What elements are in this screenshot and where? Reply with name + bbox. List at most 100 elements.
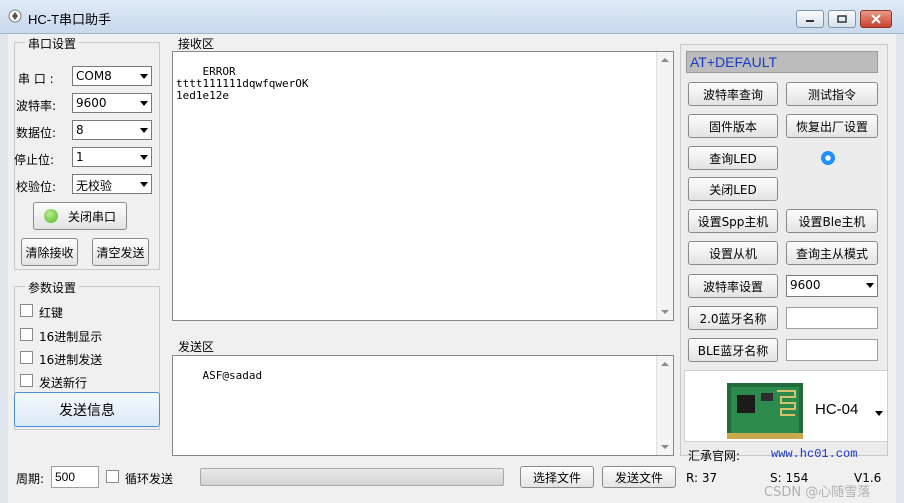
query-led-label: 查询LED <box>709 151 757 166</box>
red-key-label: 红键 <box>39 306 64 320</box>
bt20-name-label: 2.0蓝牙名称 <box>699 311 767 326</box>
hex-send-checkbox[interactable] <box>20 351 33 364</box>
test-command-button[interactable]: 测试指令 <box>786 82 878 106</box>
baud-set-button[interactable]: 波特率设置 <box>688 274 778 298</box>
choose-file-label: 选择文件 <box>532 470 581 485</box>
databits-value: 8 <box>76 123 84 137</box>
chevron-down-icon <box>140 101 148 106</box>
query-mode-label: 查询主从模式 <box>795 246 868 261</box>
watermark: CSDN @心随雪落 <box>764 485 871 500</box>
minimize-button[interactable] <box>796 10 824 28</box>
port-status-led <box>43 209 58 223</box>
module-select[interactable]: HC-04 <box>684 370 888 442</box>
query-mode-button[interactable]: 查询主从模式 <box>786 241 878 265</box>
send-file-label: 发送文件 <box>614 470 663 485</box>
baud-value: 9600 <box>76 96 107 110</box>
close-port-label: 关闭串口 <box>67 209 116 224</box>
send-newline-checkbox[interactable] <box>20 374 33 387</box>
website-link[interactable]: www.hc01.com <box>771 447 857 461</box>
hex-display-label: 16进制显示 <box>39 330 103 344</box>
stopbits-value: 1 <box>76 150 84 164</box>
choose-file-button[interactable]: 选择文件 <box>520 466 594 488</box>
receive-text: ERROR tttt111111dqwfqwerOK 1ed1e12e <box>176 65 309 102</box>
baud-set-value: 9600 <box>790 278 821 292</box>
test-command-label: 测试指令 <box>807 87 856 102</box>
send-scrollbar[interactable] <box>656 356 673 455</box>
port-label: 串 口 : <box>18 72 54 86</box>
led-status-indicator <box>821 151 835 165</box>
module-name: HC-04 <box>815 401 859 418</box>
baud-set-select[interactable]: 9600 <box>786 275 878 297</box>
query-baud-label: 波特率查询 <box>702 87 763 102</box>
parity-select[interactable]: 无校验 <box>72 174 152 194</box>
send-newline-label: 发送新行 <box>39 376 88 390</box>
receive-title: 接收区 <box>178 37 215 51</box>
chevron-down-icon <box>140 128 148 133</box>
receive-scrollbar[interactable] <box>656 52 673 320</box>
query-led-button[interactable]: 查询LED <box>688 146 778 170</box>
receive-textarea[interactable]: ERROR tttt111111dqwfqwerOK 1ed1e12e <box>172 51 674 321</box>
close-button[interactable] <box>860 10 892 28</box>
scroll-down-icon <box>661 310 669 314</box>
window-title: HC-T串口助手 <box>28 12 112 27</box>
send-file-button[interactable]: 发送文件 <box>602 466 676 488</box>
maximize-button[interactable] <box>828 10 856 28</box>
loop-send-checkbox[interactable] <box>106 470 119 483</box>
set-slave-button[interactable]: 设置从机 <box>688 241 778 265</box>
title-bar: HC-T串口助手 <box>0 0 904 34</box>
baud-select[interactable]: 9600 <box>72 93 152 113</box>
scroll-up-icon <box>661 58 669 62</box>
clear-receive-label: 清除接收 <box>25 245 74 260</box>
factory-reset-button[interactable]: 恢复出厂设置 <box>786 114 878 138</box>
chevron-down-icon <box>140 182 148 187</box>
stopbits-select[interactable]: 1 <box>72 147 152 167</box>
firmware-version-label: 固件版本 <box>708 119 757 134</box>
close-led-button[interactable]: 关闭LED <box>688 177 778 201</box>
ble-name-input[interactable] <box>786 339 878 361</box>
port-select[interactable]: COM8 <box>72 66 152 86</box>
receive-count: R: 37 <box>686 471 718 485</box>
chevron-down-icon <box>140 155 148 160</box>
send-text: ASF@sadad <box>202 369 263 382</box>
chevron-down-icon <box>875 411 883 416</box>
red-key-checkbox[interactable] <box>20 304 33 317</box>
scroll-up-icon <box>661 362 669 366</box>
serial-settings-title: 串口设置 <box>25 35 80 52</box>
bt20-name-input[interactable] <box>786 307 878 329</box>
chevron-down-icon <box>866 283 874 288</box>
set-slave-label: 设置从机 <box>708 246 757 261</box>
query-baud-button[interactable]: 波特率查询 <box>688 82 778 106</box>
firmware-version-button[interactable]: 固件版本 <box>688 114 778 138</box>
ble-name-button[interactable]: BLE蓝牙名称 <box>688 338 778 362</box>
send-message-button[interactable]: 发送信息 <box>14 392 160 427</box>
send-message-label: 发送信息 <box>59 402 115 419</box>
hex-display-checkbox[interactable] <box>20 328 33 341</box>
hex-send-label: 16进制发送 <box>39 353 103 367</box>
loop-send-label: 循环发送 <box>125 472 174 486</box>
set-ble-master-label: 设置Ble主机 <box>798 214 866 229</box>
clear-receive-button[interactable]: 清除接收 <box>21 238 78 266</box>
bt20-name-button[interactable]: 2.0蓝牙名称 <box>688 306 778 330</box>
chevron-down-icon <box>140 74 148 79</box>
scroll-down-icon <box>661 445 669 449</box>
port-value: COM8 <box>76 69 112 83</box>
send-title: 发送区 <box>178 340 215 354</box>
close-port-button[interactable]: 关闭串口 <box>33 202 127 230</box>
databits-select[interactable]: 8 <box>72 120 152 140</box>
baud-set-label: 波特率设置 <box>702 279 763 294</box>
clear-send-label: 清空发送 <box>96 245 145 260</box>
period-input[interactable] <box>51 466 99 488</box>
send-textarea[interactable]: ASF@sadad <box>172 355 674 456</box>
progress-bar <box>200 468 504 486</box>
set-ble-master-button[interactable]: 设置Ble主机 <box>786 209 878 233</box>
set-spp-master-label: 设置Spp主机 <box>697 214 769 229</box>
parity-value: 无校验 <box>76 179 113 193</box>
period-label: 周期: <box>16 472 45 486</box>
hc04-module-image <box>727 383 803 439</box>
app-icon <box>8 9 22 23</box>
baud-label: 波特率: <box>16 99 57 113</box>
clear-send-button[interactable]: 清空发送 <box>92 238 149 266</box>
close-led-label: 关闭LED <box>709 182 757 197</box>
set-spp-master-button[interactable]: 设置Spp主机 <box>688 209 778 233</box>
at-command-display: AT+DEFAULT <box>686 51 878 73</box>
